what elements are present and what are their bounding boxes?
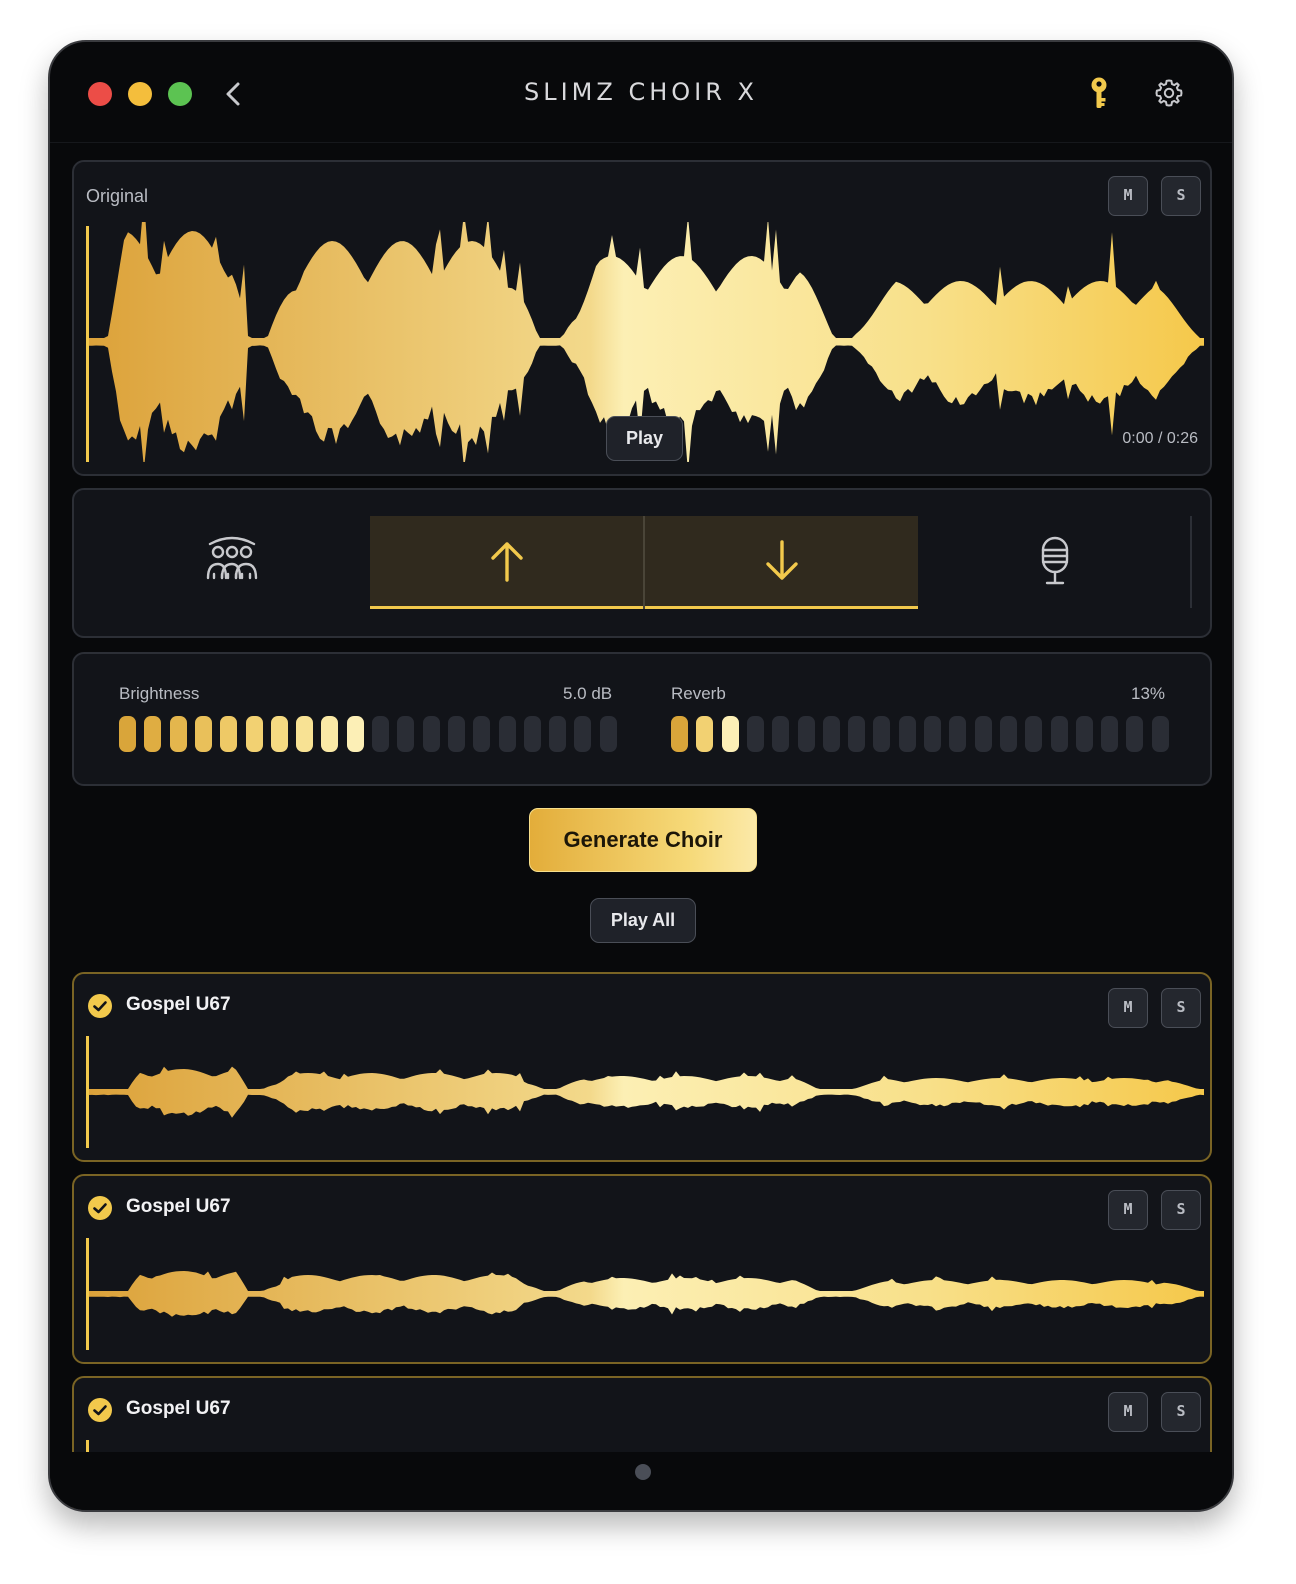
effects-panel: Brightness 5.0 dB Reverb 13%	[72, 652, 1212, 786]
level-segment[interactable]	[1075, 716, 1093, 752]
level-segment[interactable]	[797, 716, 815, 752]
track-name: Gospel U67	[126, 1398, 231, 1419]
mode-microphone[interactable]	[920, 514, 1188, 606]
title-bar: SLIMZ CHOIR X	[50, 42, 1232, 143]
mute-button[interactable]: M	[1108, 988, 1148, 1028]
footer	[50, 1452, 1232, 1510]
level-segment[interactable]	[169, 716, 187, 752]
time-readout: 0:00 / 0:26	[1122, 430, 1198, 447]
level-segment[interactable]	[372, 716, 389, 752]
track-name: Gospel U67	[126, 994, 231, 1015]
level-segment[interactable]	[746, 716, 764, 752]
level-segment[interactable]	[321, 716, 339, 752]
level-segment[interactable]	[822, 716, 840, 752]
level-segment[interactable]	[772, 716, 790, 752]
level-segment[interactable]	[447, 716, 465, 752]
checkmark-icon[interactable]	[88, 1398, 112, 1422]
solo-button[interactable]: S	[1161, 1190, 1201, 1230]
level-segment[interactable]	[144, 716, 162, 752]
level-segment[interactable]	[119, 716, 136, 752]
level-segment[interactable]	[523, 716, 541, 752]
playhead[interactable]	[86, 1238, 89, 1350]
track-waveform[interactable]	[88, 1042, 1204, 1142]
level-segment[interactable]	[270, 716, 288, 752]
level-segment[interactable]	[194, 716, 212, 752]
level-segment[interactable]	[671, 716, 688, 752]
mode-harmony-up[interactable]	[370, 516, 643, 609]
reverb-value: 13%	[1131, 684, 1166, 703]
level-segment[interactable]	[422, 716, 440, 752]
track-name: Gospel U67	[126, 1196, 231, 1217]
level-segment[interactable]	[974, 716, 992, 752]
mute-button[interactable]: M	[1108, 1190, 1148, 1230]
arrow-up-icon	[491, 542, 523, 582]
playhead[interactable]	[86, 1036, 89, 1148]
track-waveform[interactable]	[88, 1244, 1204, 1344]
level-segment[interactable]	[924, 716, 941, 752]
level-segment[interactable]	[1151, 716, 1169, 752]
level-segment[interactable]	[220, 716, 238, 752]
level-segment[interactable]	[1025, 716, 1043, 752]
level-segment[interactable]	[999, 716, 1017, 752]
microphone-icon	[1041, 536, 1069, 585]
solo-button[interactable]: S	[1161, 176, 1201, 216]
level-segment[interactable]	[599, 716, 617, 752]
level-segment[interactable]	[1050, 716, 1068, 752]
gear-icon[interactable]	[1154, 78, 1184, 108]
level-segment[interactable]	[848, 716, 866, 752]
arrow-down-icon	[766, 540, 798, 580]
generate-choir-button[interactable]: Generate Choir	[529, 808, 757, 872]
reverb-label: Reverb	[671, 684, 726, 703]
app-title: SLIMZ CHOIR X	[524, 78, 758, 106]
play-all-button[interactable]: Play All	[590, 898, 696, 943]
level-segment[interactable]	[296, 716, 314, 752]
level-segment[interactable]	[1101, 716, 1119, 752]
playhead[interactable]	[86, 226, 89, 462]
key-icon[interactable]	[1086, 76, 1112, 112]
level-segment[interactable]	[498, 716, 516, 752]
level-segment[interactable]	[397, 716, 415, 752]
mute-button[interactable]: M	[1108, 176, 1148, 216]
brightness-slider[interactable]	[119, 716, 619, 752]
level-segment[interactable]	[1126, 716, 1144, 752]
voicing-mode-panel	[72, 488, 1212, 638]
mode-choir[interactable]	[100, 514, 368, 606]
mode-harmony-down[interactable]	[645, 516, 918, 609]
level-segment[interactable]	[949, 716, 967, 752]
solo-button[interactable]: S	[1161, 1392, 1201, 1432]
level-segment[interactable]	[245, 716, 263, 752]
level-segment[interactable]	[346, 716, 364, 752]
level-segment[interactable]	[898, 716, 916, 752]
generated-track: Gospel U67 M S	[72, 1174, 1212, 1364]
page-indicator-dot[interactable]	[635, 1464, 651, 1480]
generated-track: Gospel U67 M S	[72, 972, 1212, 1162]
brightness-label: Brightness	[119, 684, 200, 703]
brightness-value: 5.0 dB	[563, 684, 613, 703]
choir-group-icon	[206, 536, 258, 580]
app-window: SLIMZ CHOIR X Original M S Play 0:00 / 0…	[48, 40, 1234, 1512]
solo-button[interactable]: S	[1161, 988, 1201, 1028]
mute-button[interactable]: M	[1108, 1392, 1148, 1432]
level-segment[interactable]	[549, 716, 567, 752]
level-segment[interactable]	[873, 716, 891, 752]
level-segment[interactable]	[473, 716, 491, 752]
level-segment[interactable]	[696, 716, 714, 752]
mode-scroll-edge	[1190, 516, 1192, 608]
play-button[interactable]: Play	[606, 416, 683, 461]
checkmark-icon[interactable]	[88, 1196, 112, 1220]
original-track-panel: Original M S Play 0:00 / 0:26	[72, 160, 1212, 476]
level-segment[interactable]	[574, 716, 592, 752]
level-segment[interactable]	[721, 716, 739, 752]
original-label: Original	[86, 186, 149, 206]
reverb-slider[interactable]	[671, 716, 1171, 752]
checkmark-icon[interactable]	[88, 994, 112, 1018]
